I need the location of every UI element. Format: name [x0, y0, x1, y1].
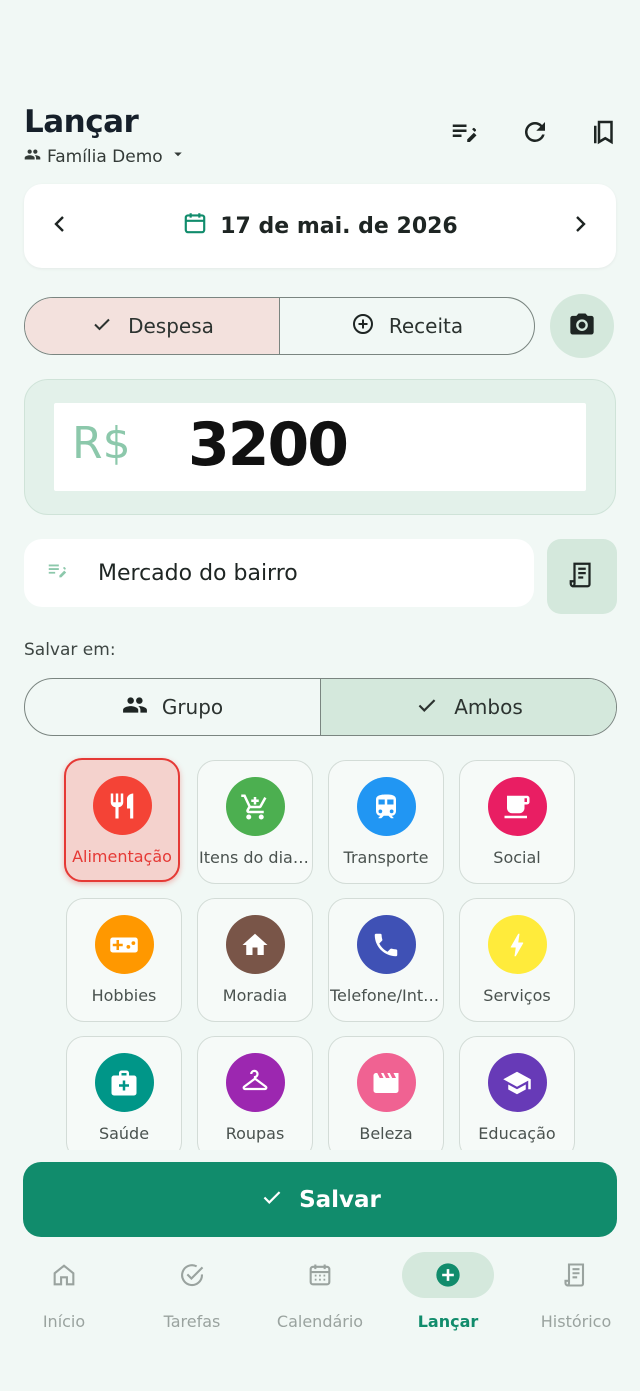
receipt-icon — [530, 1252, 622, 1298]
bolt-icon — [487, 915, 547, 974]
date-display[interactable]: 17 de mai. de 2026 — [182, 210, 458, 242]
calendar-icon — [274, 1252, 366, 1298]
cart-icon — [225, 777, 285, 836]
school-icon — [487, 1053, 547, 1112]
check-icon — [414, 692, 440, 723]
category-label: Roupas — [225, 1124, 285, 1143]
dropdown-arrow-icon — [169, 145, 187, 168]
category-label: Moradia — [222, 986, 288, 1005]
category-telefone[interactable]: Telefone/Internet — [328, 898, 444, 1022]
date-label: 17 de mai. de 2026 — [220, 213, 458, 239]
category-label: Beleza — [359, 1124, 413, 1143]
family-selector[interactable]: Família Demo — [24, 145, 187, 168]
edit-list-icon[interactable] — [444, 112, 484, 152]
nav-calendario[interactable]: Calendário — [256, 1238, 384, 1391]
chevron-right-icon[interactable] — [568, 212, 592, 240]
category-label: Itens do dia a dia — [199, 848, 311, 867]
description-field[interactable]: Mercado do bairro — [24, 539, 534, 607]
nav-tarefas[interactable]: Tarefas — [128, 1238, 256, 1391]
category-label: Telefone/Internet — [330, 986, 442, 1005]
category-label: Transporte — [343, 848, 429, 867]
group-label: Grupo — [161, 695, 224, 719]
gamepad-icon — [94, 915, 154, 974]
check-icon — [90, 312, 114, 341]
category-hobbies[interactable]: Hobbies — [66, 898, 182, 1022]
save-label: Salvar — [299, 1186, 381, 1213]
both-option[interactable]: Ambos — [320, 679, 616, 735]
nav-label: Lançar — [417, 1312, 479, 1331]
currency-symbol: R$ — [72, 418, 131, 469]
category-social[interactable]: Social — [459, 760, 575, 884]
nav-label: Tarefas — [163, 1312, 221, 1331]
save-in-toggle: Grupo Ambos — [24, 678, 617, 736]
expense-label: Despesa — [128, 314, 214, 338]
category-grid: Alimentação Itens do dia a dia Transport… — [0, 750, 640, 1150]
camera-icon — [568, 310, 596, 342]
category-label: Serviços — [483, 986, 551, 1005]
chevron-left-icon[interactable] — [48, 212, 72, 240]
clapper-icon — [356, 1053, 416, 1112]
category-label: Educação — [478, 1124, 556, 1143]
check-circle-icon — [146, 1252, 238, 1298]
receipt-icon — [567, 560, 597, 594]
save-button[interactable]: Salvar — [23, 1162, 617, 1237]
train-icon — [356, 777, 416, 836]
bottom-navigation: Início Tarefas Calendário Lançar Históri… — [0, 1238, 640, 1391]
cup-icon — [487, 777, 547, 836]
hanger-icon — [225, 1053, 285, 1112]
camera-button[interactable] — [550, 294, 614, 358]
nav-label: Histórico — [540, 1312, 612, 1331]
calendar-icon — [182, 210, 208, 242]
income-label: Receita — [388, 314, 464, 338]
nav-label: Início — [42, 1312, 86, 1331]
income-option[interactable]: Receita — [280, 298, 534, 354]
phone-icon — [356, 915, 416, 974]
family-name: Família Demo — [47, 146, 163, 167]
add-circle-outline-icon — [351, 312, 375, 341]
nav-historico[interactable]: Histórico — [512, 1238, 640, 1391]
home-icon — [18, 1252, 110, 1298]
category-transporte[interactable]: Transporte — [328, 760, 444, 884]
nav-inicio[interactable]: Início — [0, 1238, 128, 1391]
home-icon — [225, 915, 285, 974]
bookmarks-icon[interactable] — [584, 112, 624, 152]
page-title: Lançar — [24, 104, 139, 140]
category-roupas[interactable]: Roupas — [197, 1036, 313, 1150]
category-label: Alimentação — [72, 847, 172, 866]
group-option[interactable]: Grupo — [25, 679, 320, 735]
group-icon — [122, 692, 148, 723]
category-beleza[interactable]: Beleza — [328, 1036, 444, 1150]
amount-value: 3200 — [188, 410, 349, 480]
medkit-icon — [94, 1053, 154, 1112]
category-label: Social — [493, 848, 541, 867]
nav-lancar[interactable]: Lançar — [384, 1238, 512, 1391]
category-saude[interactable]: Saúde — [66, 1036, 182, 1150]
add-circle-icon — [402, 1252, 494, 1298]
restaurant-icon — [92, 776, 152, 835]
receipt-button[interactable] — [547, 539, 617, 614]
both-label: Ambos — [454, 695, 523, 719]
category-itens-do-dia[interactable]: Itens do dia a dia — [197, 760, 313, 884]
group-icon — [24, 146, 41, 168]
expense-option[interactable]: Despesa — [25, 298, 280, 354]
category-servicos[interactable]: Serviços — [459, 898, 575, 1022]
nav-label: Calendário — [276, 1312, 364, 1331]
type-toggle: Despesa Receita — [24, 297, 535, 355]
edit-note-icon — [46, 559, 68, 587]
refresh-icon[interactable] — [515, 112, 555, 152]
category-educacao[interactable]: Educação — [459, 1036, 575, 1150]
check-icon — [259, 1184, 285, 1216]
category-moradia[interactable]: Moradia — [197, 898, 313, 1022]
description-value: Mercado do bairro — [98, 560, 298, 586]
category-label: Hobbies — [91, 986, 157, 1005]
date-selector: 17 de mai. de 2026 — [24, 184, 616, 268]
category-label: Saúde — [98, 1124, 150, 1143]
save-in-label: Salvar em: — [24, 640, 116, 660]
category-alimentacao[interactable]: Alimentação — [64, 758, 180, 882]
